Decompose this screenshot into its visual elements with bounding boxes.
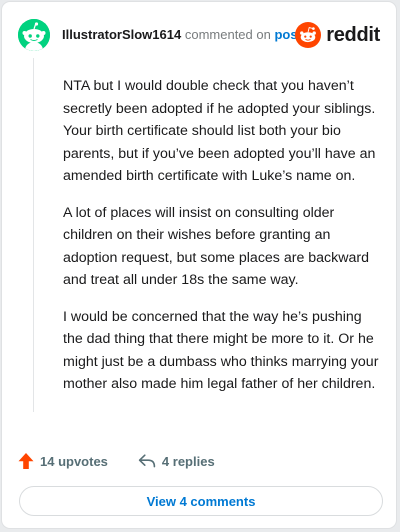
comment-paragraph: NTA but I would double check that you ha…: [63, 78, 376, 184]
comment-actions: 14 upvotes 4 replies: [18, 449, 215, 473]
upvote-arrow-icon: [18, 453, 34, 469]
snoo-avatar-icon[interactable]: [18, 19, 50, 51]
reddit-wordmark: reddit: [326, 23, 380, 46]
byline: IllustratorSlow1614 commented on post: [62, 27, 302, 43]
comment-paragraph: I would be concerned that the way he’s p…: [63, 308, 379, 393]
reddit-logo-icon: [295, 22, 322, 48]
byline-verb: commented on: [184, 27, 271, 42]
comment-body: NTA but I would double check that you ha…: [63, 75, 381, 410]
replies-button[interactable]: 4 replies: [138, 453, 215, 469]
reply-count: 4 replies: [161, 453, 215, 469]
view-comments-button[interactable]: View 4 comments: [19, 486, 383, 516]
comment-card: IllustratorSlow1614 commented on post re…: [1, 1, 397, 529]
upvote-count: 14 upvotes: [40, 453, 108, 469]
username-link[interactable]: IllustratorSlow1614: [62, 27, 181, 42]
reddit-logo[interactable]: reddit: [295, 21, 380, 49]
upvote-button[interactable]: 14 upvotes: [18, 452, 108, 470]
comment-header: IllustratorSlow1614 commented on post re…: [18, 16, 380, 52]
reply-arrow-icon: [138, 454, 156, 468]
comment-paragraph: A lot of places will insist on consultin…: [63, 204, 370, 289]
thread-line: [33, 58, 34, 412]
